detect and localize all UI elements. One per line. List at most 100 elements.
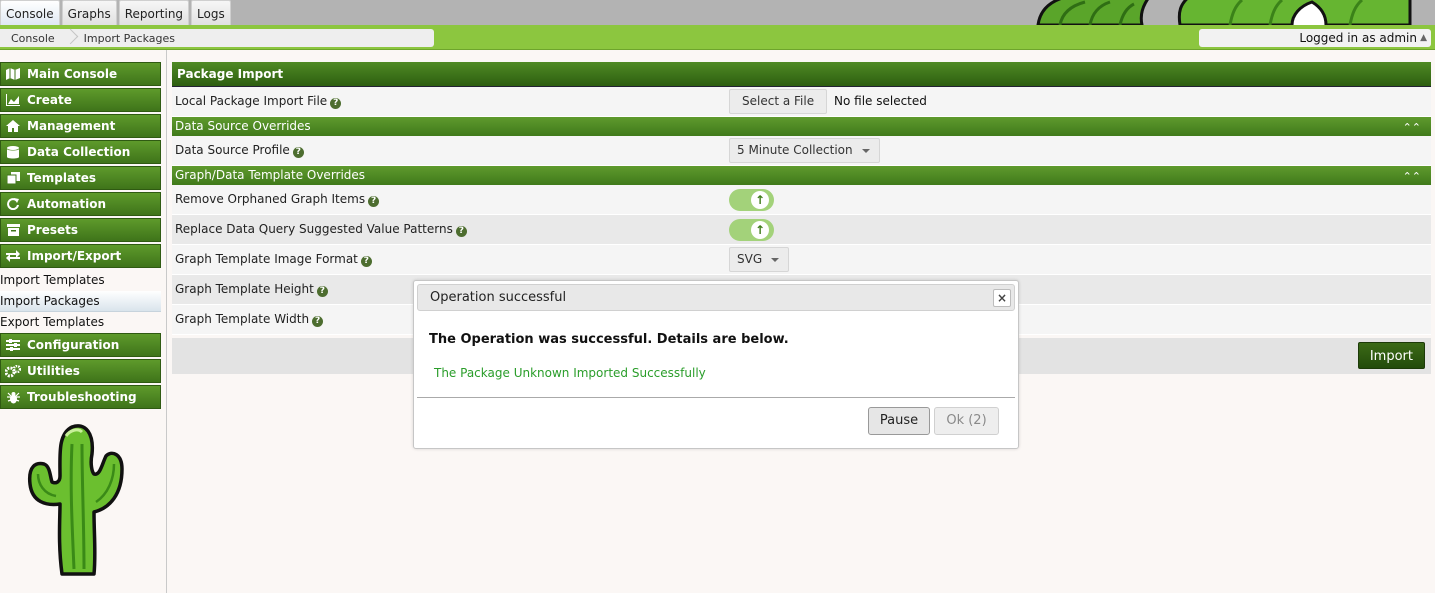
sidebar-subitem-import-packages[interactable]: Import Packages: [0, 291, 161, 312]
row-data-source-profile: Data Source Profile? 5 Minute Collection: [172, 136, 1431, 166]
dialog-detail: The Package Unknown Imported Successfull…: [434, 366, 706, 380]
refresh-icon: [4, 197, 22, 211]
sidebar-item-label: Presets: [27, 223, 79, 237]
image-format-label: Graph Template Image Format: [175, 252, 358, 266]
sidebar-subitem-export-templates[interactable]: Export Templates: [0, 312, 161, 333]
row-label: Remove Orphaned Graph Items?: [175, 192, 380, 207]
help-icon[interactable]: ?: [368, 196, 380, 207]
bug-icon: [4, 390, 22, 404]
sidebar-item-label: Utilities: [27, 364, 80, 378]
top-tabs: Console Graphs Reporting Logs: [0, 0, 231, 25]
tab-graphs[interactable]: Graphs: [61, 0, 117, 25]
row-local-package-file: Local Package Import File? Select a File…: [172, 87, 1431, 117]
sidebar-item-label: Troubleshooting: [27, 390, 137, 404]
dialog-message: The Operation was successful. Details ar…: [429, 332, 789, 347]
help-icon[interactable]: ?: [360, 256, 372, 267]
sidebar-item-import-export[interactable]: Import/Export: [0, 244, 161, 268]
tab-reporting[interactable]: Reporting: [118, 0, 190, 25]
toggle-knob: ↑: [751, 221, 769, 239]
operation-dialog: Operation successful × The Operation was…: [413, 280, 1019, 449]
cactus-banner-icon: [1030, 0, 1420, 25]
map-icon: [4, 67, 22, 81]
sidebar-item-utilities[interactable]: Utilities: [0, 359, 161, 383]
replace-patterns-toggle[interactable]: ↑: [729, 219, 774, 241]
sidebar-item-troubleshooting[interactable]: Troubleshooting: [0, 385, 161, 409]
dialog-title: Operation successful: [430, 290, 567, 305]
sidebar-item-main-console[interactable]: Main Console: [0, 62, 161, 86]
sliders-icon: [4, 338, 22, 352]
local-file-label: Local Package Import File: [175, 94, 328, 108]
breadcrumb-separator: [65, 29, 73, 47]
copy-icon: [4, 171, 22, 185]
top-bar: Console Graphs Reporting Logs: [0, 0, 1435, 25]
sidebar-item-data-collection[interactable]: Data Collection: [0, 140, 161, 164]
dialog-divider: [417, 397, 1015, 398]
cogs-icon: [4, 364, 22, 378]
archive-icon: [4, 223, 22, 237]
sidebar-item-label: Configuration: [27, 338, 120, 352]
help-icon[interactable]: ?: [292, 147, 304, 158]
sidebar-item-management[interactable]: Management: [0, 114, 161, 138]
row-label: Replace Data Query Suggested Value Patte…: [175, 222, 467, 237]
subsection-title: Data Source Overrides: [175, 119, 311, 133]
subsection-title: Graph/Data Template Overrides: [175, 168, 366, 182]
close-icon[interactable]: ×: [993, 289, 1011, 307]
sidebar-item-presets[interactable]: Presets: [0, 218, 161, 242]
breadcrumb: Console Import Packages: [0, 29, 434, 47]
toggle-control: ↑: [729, 187, 774, 211]
collapse-icon[interactable]: ⌃⌃: [1403, 167, 1421, 186]
profile-control: 5 Minute Collection: [729, 138, 880, 163]
select-value: SVG: [737, 252, 763, 266]
collapse-icon[interactable]: ⌃⌃: [1403, 118, 1421, 137]
help-icon[interactable]: ?: [330, 98, 342, 109]
sidebar-item-label: Templates: [27, 171, 97, 185]
home-icon: [4, 119, 22, 133]
row-image-format: Graph Template Image Format? SVG: [172, 245, 1431, 275]
chart-icon: [4, 93, 22, 107]
tab-logs[interactable]: Logs: [191, 0, 231, 25]
row-label: Graph Template Height?: [175, 282, 328, 297]
sidebar-subitem-import-templates[interactable]: Import Templates: [0, 270, 161, 291]
dialog-title-bar[interactable]: Operation successful ×: [417, 284, 1015, 311]
sidebar-item-label: Data Collection: [27, 145, 131, 159]
help-icon[interactable]: ?: [312, 316, 324, 327]
select-file-button[interactable]: Select a File: [729, 89, 828, 114]
tab-console[interactable]: Console: [0, 0, 60, 25]
sidebar-item-configuration[interactable]: Configuration: [0, 333, 161, 357]
template-overrides-header[interactable]: Graph/Data Template Overrides ⌃⌃: [172, 166, 1431, 185]
pause-button[interactable]: Pause: [868, 407, 930, 435]
user-menu[interactable]: Logged in as admin ▲: [1199, 29, 1431, 47]
file-control: Select a File No file selected: [729, 89, 927, 114]
sidebar-item-automation[interactable]: Automation: [0, 192, 161, 216]
image-format-select[interactable]: SVG: [729, 247, 790, 272]
help-icon[interactable]: ?: [455, 226, 467, 237]
toggle-knob: ↑: [751, 191, 769, 209]
row-remove-orphaned: Remove Orphaned Graph Items? ↑: [172, 185, 1431, 215]
breadcrumb-console[interactable]: Console: [0, 32, 65, 45]
import-button[interactable]: Import: [1357, 342, 1425, 369]
sidebar-item-label: Automation: [27, 197, 107, 211]
exchange-icon: [4, 249, 22, 263]
file-status: No file selected: [834, 94, 927, 108]
row-label: Graph Template Width?: [175, 312, 324, 327]
remove-orphaned-label: Remove Orphaned Graph Items: [175, 192, 366, 206]
sidebar-item-label: Main Console: [27, 67, 118, 81]
caret-up-icon: ▲: [1420, 33, 1427, 43]
caret-down-icon: [861, 149, 870, 153]
sidebar-divider: [166, 50, 167, 593]
select-value: 5 Minute Collection: [737, 143, 853, 157]
ok-button[interactable]: Ok (2): [934, 407, 999, 435]
sidebar-item-label: Import/Export: [27, 249, 122, 263]
help-icon[interactable]: ?: [316, 286, 328, 297]
breadcrumb-bar: Console Import Packages Logged in as adm…: [0, 25, 1435, 50]
remove-orphaned-toggle[interactable]: ↑: [729, 189, 774, 211]
data-source-profile-select[interactable]: 5 Minute Collection: [729, 138, 880, 163]
sidebar-item-create[interactable]: Create: [0, 88, 161, 112]
breadcrumb-import-packages[interactable]: Import Packages: [73, 32, 185, 45]
width-label: Graph Template Width: [175, 312, 310, 326]
sidebar-item-templates[interactable]: Templates: [0, 166, 161, 190]
replace-patterns-label: Replace Data Query Suggested Value Patte…: [175, 222, 453, 236]
caret-down-icon: [771, 258, 780, 262]
sidebar-item-label: Create: [27, 93, 72, 107]
data-source-overrides-header[interactable]: Data Source Overrides ⌃⌃: [172, 117, 1431, 136]
